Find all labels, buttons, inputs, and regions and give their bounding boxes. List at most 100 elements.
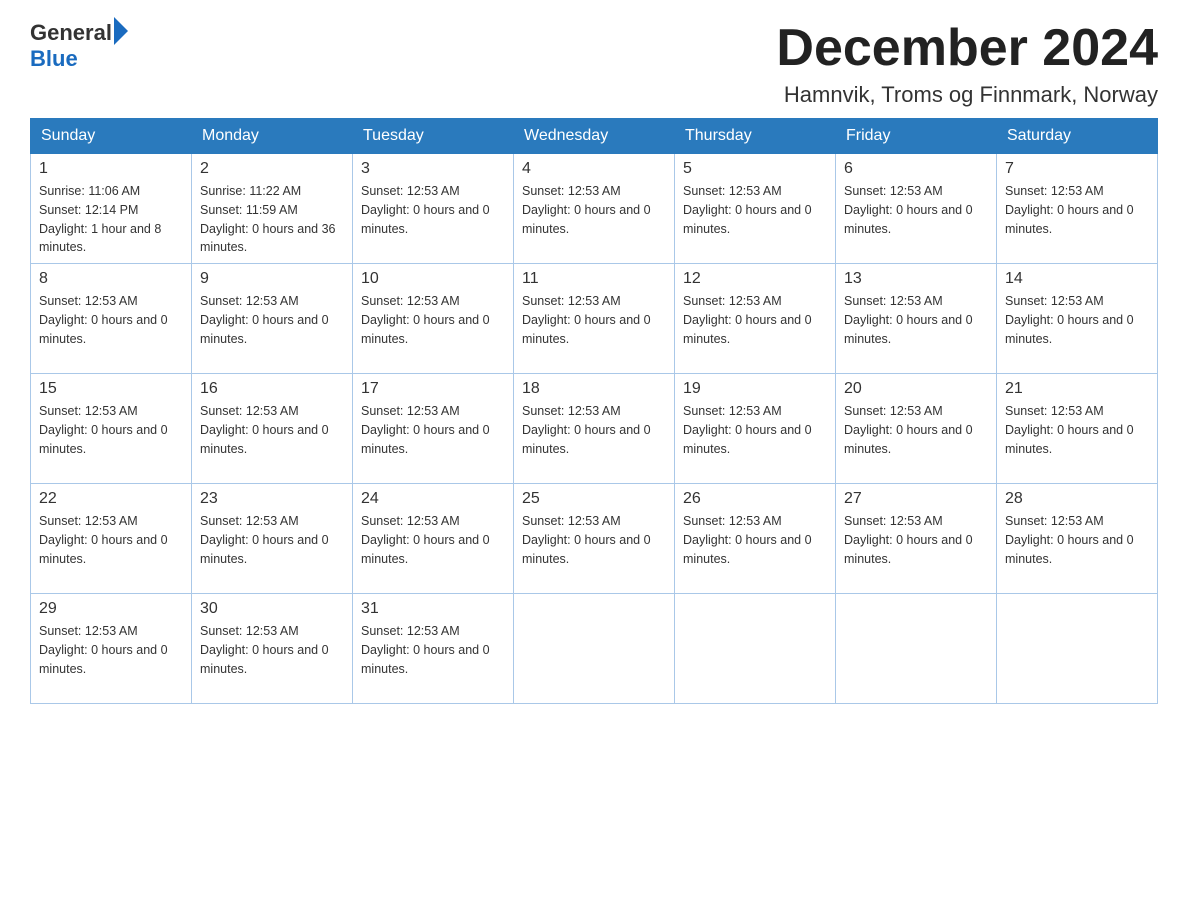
- day-info: Sunset: 12:53 AMDaylight: 0 hours and 0 …: [522, 512, 666, 568]
- calendar-cell: 29 Sunset: 12:53 AMDaylight: 0 hours and …: [31, 594, 192, 704]
- day-info: Sunset: 12:53 AMDaylight: 0 hours and 0 …: [361, 512, 505, 568]
- day-number: 23: [200, 490, 344, 508]
- day-number: 31: [361, 600, 505, 618]
- day-info: Sunset: 12:53 AMDaylight: 0 hours and 0 …: [39, 622, 183, 678]
- day-info: Sunset: 12:53 AMDaylight: 0 hours and 0 …: [844, 402, 988, 458]
- day-info: Sunset: 12:53 AMDaylight: 0 hours and 0 …: [200, 622, 344, 678]
- calendar-cell: 2 Sunrise: 11:22 AMSunset: 11:59 AMDaylig…: [192, 154, 353, 264]
- logo: General Blue: [30, 20, 128, 72]
- calendar-cell: 20 Sunset: 12:53 AMDaylight: 0 hours and …: [836, 374, 997, 484]
- day-number: 5: [683, 160, 827, 178]
- day-number: 19: [683, 380, 827, 398]
- calendar-cell: 21 Sunset: 12:53 AMDaylight: 0 hours and …: [997, 374, 1158, 484]
- calendar-cell: 13Sunset: 12:53 AMDaylight: 0 hours and …: [836, 264, 997, 374]
- day-number: 8: [39, 270, 183, 288]
- day-number: 18: [522, 380, 666, 398]
- day-info: Sunset: 12:53 AMDaylight: 0 hours and 0 …: [683, 402, 827, 458]
- day-number: 14: [1005, 270, 1149, 288]
- day-info: Sunset: 12:53 AMDaylight: 0 hours and 0 …: [361, 182, 505, 238]
- day-info: Sunset: 12:53 AMDaylight: 0 hours and 0 …: [1005, 402, 1149, 458]
- weekday-header-thursday: Thursday: [675, 119, 836, 154]
- calendar-cell: 8 Sunset: 12:53 AMDaylight: 0 hours and 0…: [31, 264, 192, 374]
- calendar-cell: 22 Sunset: 12:53 AMDaylight: 0 hours and …: [31, 484, 192, 594]
- day-info: Sunset: 12:53 AMDaylight: 0 hours and 0 …: [200, 402, 344, 458]
- calendar-cell: 31 Sunset: 12:53 AMDaylight: 0 hours and …: [353, 594, 514, 704]
- day-number: 20: [844, 380, 988, 398]
- logo-blue-text: Blue: [30, 46, 128, 72]
- calendar-cell: 6 Sunset: 12:53 AMDaylight: 0 hours and 0…: [836, 154, 997, 264]
- day-number: 25: [522, 490, 666, 508]
- calendar-cell: 17Sunset: 12:53 AMDaylight: 0 hours and …: [353, 374, 514, 484]
- day-info: Sunset: 12:53 AMDaylight: 0 hours and 0 …: [1005, 292, 1149, 348]
- calendar-cell: 27 Sunset: 12:53 AMDaylight: 0 hours and …: [836, 484, 997, 594]
- day-number: 12: [683, 270, 827, 288]
- day-number: 10: [361, 270, 505, 288]
- day-number: 28: [1005, 490, 1149, 508]
- weekday-header-monday: Monday: [192, 119, 353, 154]
- calendar-cell: 1Sunrise: 11:06 AMSunset: 12:14 PMDaylig…: [31, 154, 192, 264]
- calendar-cell: 23 Sunset: 12:53 AMDaylight: 0 hours and …: [192, 484, 353, 594]
- calendar-cell: 16 Sunset: 12:53 AMDaylight: 0 hours and …: [192, 374, 353, 484]
- day-number: 9: [200, 270, 344, 288]
- calendar-week-row: 15 Sunset: 12:53 AMDaylight: 0 hours and …: [31, 374, 1158, 484]
- day-info: Sunset: 12:53 AMDaylight: 0 hours and 0 …: [1005, 512, 1149, 568]
- day-info: Sunset: 12:53 AMDaylight: 0 hours and 0 …: [39, 292, 183, 348]
- weekday-header-tuesday: Tuesday: [353, 119, 514, 154]
- calendar-cell: 10 Sunset: 12:53 AMDaylight: 0 hours and …: [353, 264, 514, 374]
- day-info: Sunrise: 11:22 AMSunset: 11:59 AMDayligh…: [200, 182, 344, 257]
- calendar-week-row: 22 Sunset: 12:53 AMDaylight: 0 hours and …: [31, 484, 1158, 594]
- calendar-cell: 3Sunset: 12:53 AMDaylight: 0 hours and 0…: [353, 154, 514, 264]
- page-header: General Blue December 2024 Hamnvik, Trom…: [30, 20, 1158, 108]
- day-info: Sunset: 12:53 AMDaylight: 0 hours and 0 …: [522, 182, 666, 238]
- weekday-header-friday: Friday: [836, 119, 997, 154]
- calendar-cell: 5Sunset: 12:53 AMDaylight: 0 hours and 0…: [675, 154, 836, 264]
- day-number: 29: [39, 600, 183, 618]
- calendar-table: SundayMondayTuesdayWednesdayThursdayFrid…: [30, 118, 1158, 704]
- weekday-header-wednesday: Wednesday: [514, 119, 675, 154]
- day-info: Sunset: 12:53 AMDaylight: 0 hours and 0 …: [39, 512, 183, 568]
- calendar-week-row: 1Sunrise: 11:06 AMSunset: 12:14 PMDaylig…: [31, 154, 1158, 264]
- day-info: Sunset: 12:53 AMDaylight: 0 hours and 0 …: [361, 622, 505, 678]
- day-number: 17: [361, 380, 505, 398]
- day-info: Sunset: 12:53 AMDaylight: 0 hours and 0 …: [522, 402, 666, 458]
- day-number: 27: [844, 490, 988, 508]
- day-info: Sunset: 12:53 AMDaylight: 0 hours and 0 …: [1005, 182, 1149, 238]
- day-number: 2: [200, 160, 344, 178]
- day-info: Sunset: 12:53 AMDaylight: 0 hours and 0 …: [39, 402, 183, 458]
- calendar-cell: [997, 594, 1158, 704]
- calendar-cell: [675, 594, 836, 704]
- day-number: 15: [39, 380, 183, 398]
- day-info: Sunset: 12:53 AMDaylight: 0 hours and 0 …: [200, 512, 344, 568]
- day-number: 21: [1005, 380, 1149, 398]
- calendar-cell: 18 Sunset: 12:53 AMDaylight: 0 hours and …: [514, 374, 675, 484]
- day-number: 6: [844, 160, 988, 178]
- day-info: Sunset: 12:53 AMDaylight: 0 hours and 0 …: [844, 182, 988, 238]
- month-title: December 2024: [776, 20, 1158, 77]
- day-number: 30: [200, 600, 344, 618]
- day-number: 26: [683, 490, 827, 508]
- calendar-cell: 7 Sunset: 12:53 AMDaylight: 0 hours and 0…: [997, 154, 1158, 264]
- day-info: Sunset: 12:53 AMDaylight: 0 hours and 0 …: [200, 292, 344, 348]
- calendar-cell: 28 Sunset: 12:53 AMDaylight: 0 hours and …: [997, 484, 1158, 594]
- day-info: Sunset: 12:53 AMDaylight: 0 hours and 0 …: [522, 292, 666, 348]
- day-number: 24: [361, 490, 505, 508]
- day-number: 22: [39, 490, 183, 508]
- calendar-week-row: 8 Sunset: 12:53 AMDaylight: 0 hours and 0…: [31, 264, 1158, 374]
- day-number: 7: [1005, 160, 1149, 178]
- calendar-cell: 9 Sunset: 12:53 AMDaylight: 0 hours and 0…: [192, 264, 353, 374]
- day-info: Sunset: 12:53 AMDaylight: 0 hours and 0 …: [361, 292, 505, 348]
- calendar-cell: [836, 594, 997, 704]
- calendar-title-area: December 2024 Hamnvik, Troms og Finnmark…: [776, 20, 1158, 108]
- day-info: Sunset: 12:53 AMDaylight: 0 hours and 0 …: [683, 512, 827, 568]
- calendar-cell: 15 Sunset: 12:53 AMDaylight: 0 hours and …: [31, 374, 192, 484]
- day-number: 16: [200, 380, 344, 398]
- calendar-cell: 25 Sunset: 12:53 AMDaylight: 0 hours and …: [514, 484, 675, 594]
- location-subtitle: Hamnvik, Troms og Finnmark, Norway: [776, 82, 1158, 108]
- weekday-header-row: SundayMondayTuesdayWednesdayThursdayFrid…: [31, 119, 1158, 154]
- day-number: 1: [39, 160, 183, 178]
- day-info: Sunset: 12:53 AMDaylight: 0 hours and 0 …: [844, 512, 988, 568]
- calendar-cell: 19 Sunset: 12:53 AMDaylight: 0 hours and …: [675, 374, 836, 484]
- day-number: 11: [522, 270, 666, 288]
- logo-arrow-icon: [114, 17, 128, 45]
- day-number: 4: [522, 160, 666, 178]
